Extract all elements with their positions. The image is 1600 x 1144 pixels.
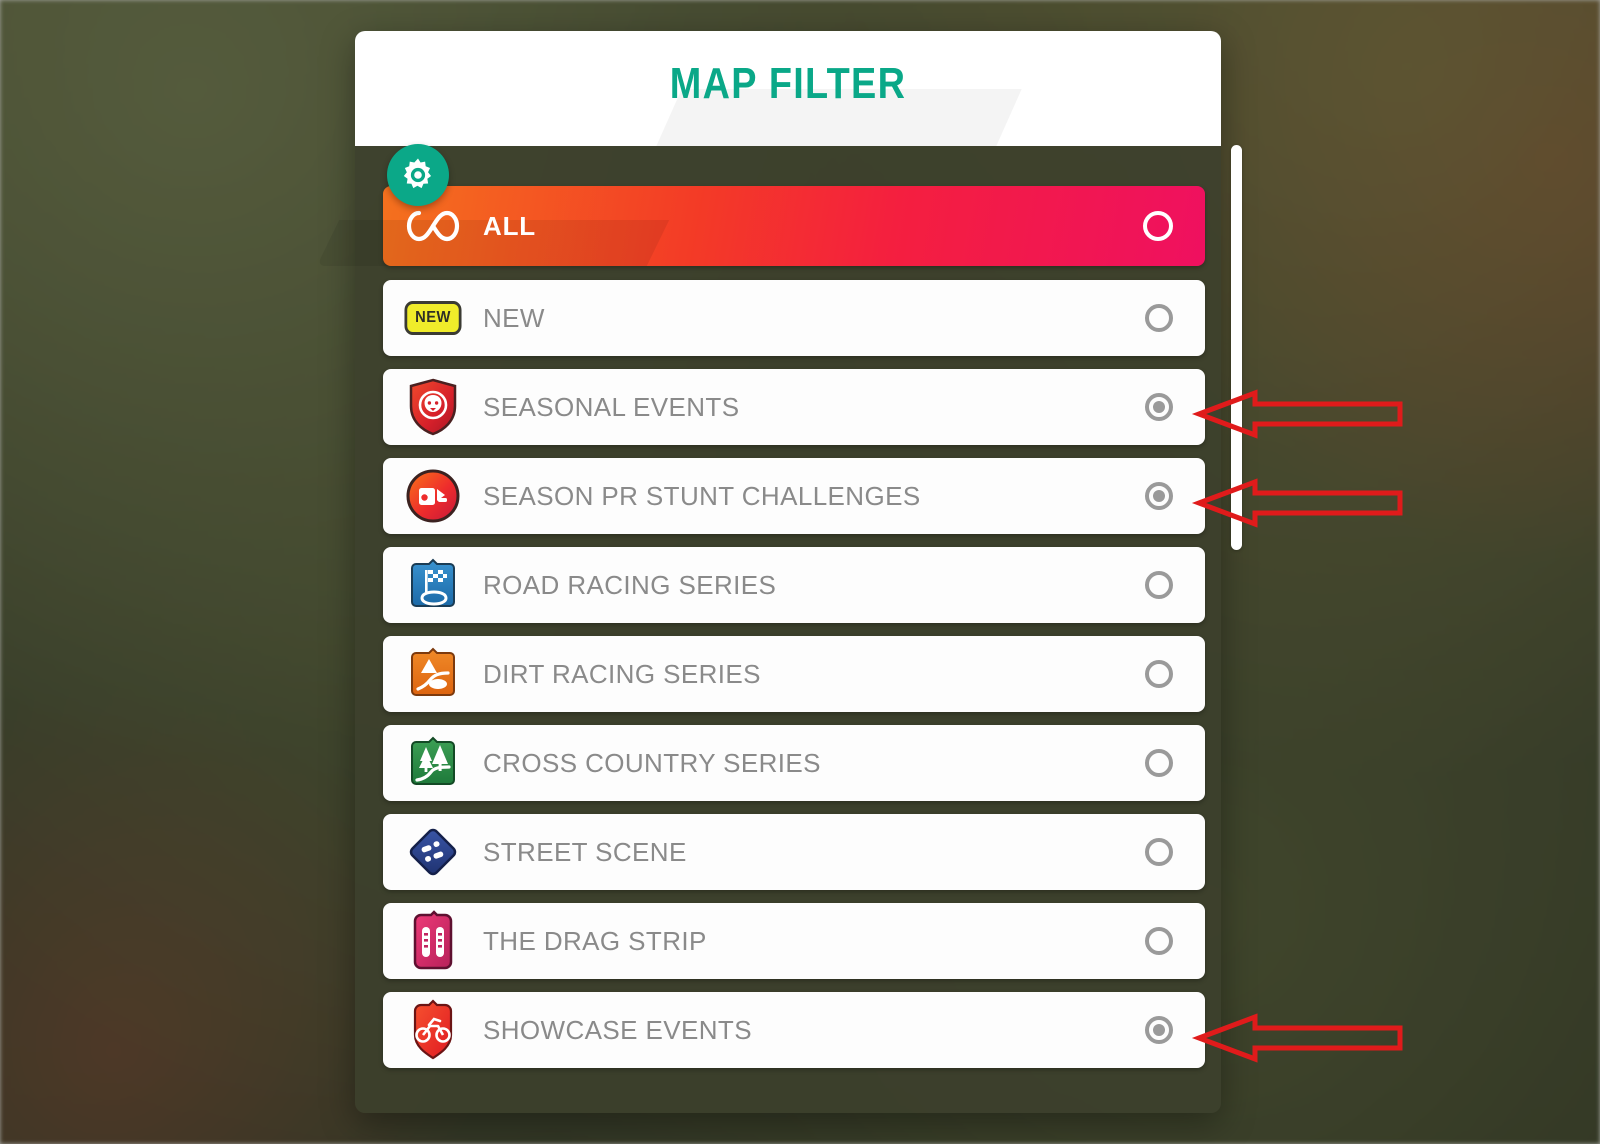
filter-radio-street-scene[interactable]	[1145, 838, 1173, 866]
dirt-racing-glyph	[411, 647, 455, 696]
filter-label: SEASON PR STUNT CHALLENGES	[483, 480, 921, 511]
filter-row-cross-country-series[interactable]: CROSS COUNTRY SERIES	[383, 725, 1205, 801]
filter-label: ALL	[483, 210, 536, 241]
speedometer-glyph	[406, 469, 460, 523]
filter-label: SHOWCASE EVENTS	[483, 1014, 752, 1045]
arrow-season-pr-stunt	[1191, 478, 1403, 528]
motorcycle-shield-icon	[383, 999, 483, 1060]
filter-row-road-racing-series[interactable]: ROAD RACING SERIES	[383, 547, 1205, 623]
filter-radio-new[interactable]	[1145, 304, 1173, 332]
pine-trees-icon	[383, 736, 483, 790]
filter-radio-seasonal-events[interactable]	[1145, 393, 1173, 421]
map-filter-list: ALL NEW NEW SEASONAL EVENTS SEASON PR ST…	[316, 186, 1205, 1081]
dirt-trail-icon	[383, 647, 483, 701]
filter-row-showcase-events[interactable]: SHOWCASE EVENTS	[383, 992, 1205, 1068]
arrow-showcase-events	[1191, 1013, 1403, 1063]
arrow-seasonal-events	[1191, 389, 1403, 439]
filter-radio-the-drag-strip[interactable]	[1145, 927, 1173, 955]
showcase-events-glyph	[413, 999, 453, 1060]
filter-label: THE DRAG STRIP	[483, 925, 707, 956]
cross-country-glyph	[411, 736, 455, 785]
filter-label: CROSS COUNTRY SERIES	[483, 747, 821, 778]
filter-radio-showcase-events[interactable]	[1145, 1016, 1173, 1044]
drag-lanes-icon	[383, 910, 483, 970]
page-title: MAP FILTER	[669, 59, 907, 108]
filter-row-seasonal-events[interactable]: SEASONAL EVENTS	[383, 369, 1205, 445]
filter-row-all[interactable]: ALL	[316, 186, 1205, 266]
filter-label: STREET SCENE	[483, 836, 687, 867]
speedometer-circle-icon	[383, 468, 483, 524]
filter-label: ROAD RACING SERIES	[483, 569, 777, 600]
filter-radio-road-racing-series[interactable]	[1145, 571, 1173, 599]
lion-shield-glyph	[409, 378, 457, 436]
lion-shield-icon	[383, 378, 483, 436]
filter-radio-dirt-racing-series[interactable]	[1145, 660, 1173, 688]
filter-label: SEASONAL EVENTS	[483, 391, 740, 422]
filter-row-dirt-racing-series[interactable]: DIRT RACING SERIES	[383, 636, 1205, 712]
infinity-glyph	[406, 210, 460, 242]
panel-header: MAP FILTER	[355, 31, 1221, 146]
infinity-icon	[383, 209, 483, 243]
filter-radio-cross-country-series[interactable]	[1145, 749, 1173, 777]
map-filter-panel: MAP FILTER ALL NEW NEW SEASONAL EVENTS S…	[316, 31, 1221, 1113]
filter-row-street-scene[interactable]: STREET SCENE	[383, 814, 1205, 890]
filter-row-new[interactable]: NEW NEW	[383, 280, 1205, 356]
filter-row-season-pr-stunt[interactable]: SEASON PR STUNT CHALLENGES	[383, 458, 1205, 534]
filter-radio-season-pr-stunt[interactable]	[1145, 482, 1173, 510]
new-badge-icon: NEW	[383, 301, 483, 335]
filter-row-the-drag-strip[interactable]: THE DRAG STRIP	[383, 903, 1205, 979]
drag-strip-glyph	[413, 910, 453, 970]
street-scene-glyph	[409, 828, 457, 876]
gear-glyph	[403, 158, 432, 189]
filter-label: DIRT RACING SERIES	[483, 658, 761, 689]
road-racing-glyph	[411, 558, 455, 607]
filter-radio-all[interactable]	[1143, 211, 1173, 241]
filter-label: NEW	[483, 302, 545, 333]
checkered-flag-road-icon	[383, 558, 483, 612]
gear-icon[interactable]	[387, 144, 449, 206]
street-diamond-icon	[383, 823, 483, 881]
new-badge-label: NEW	[404, 301, 462, 335]
